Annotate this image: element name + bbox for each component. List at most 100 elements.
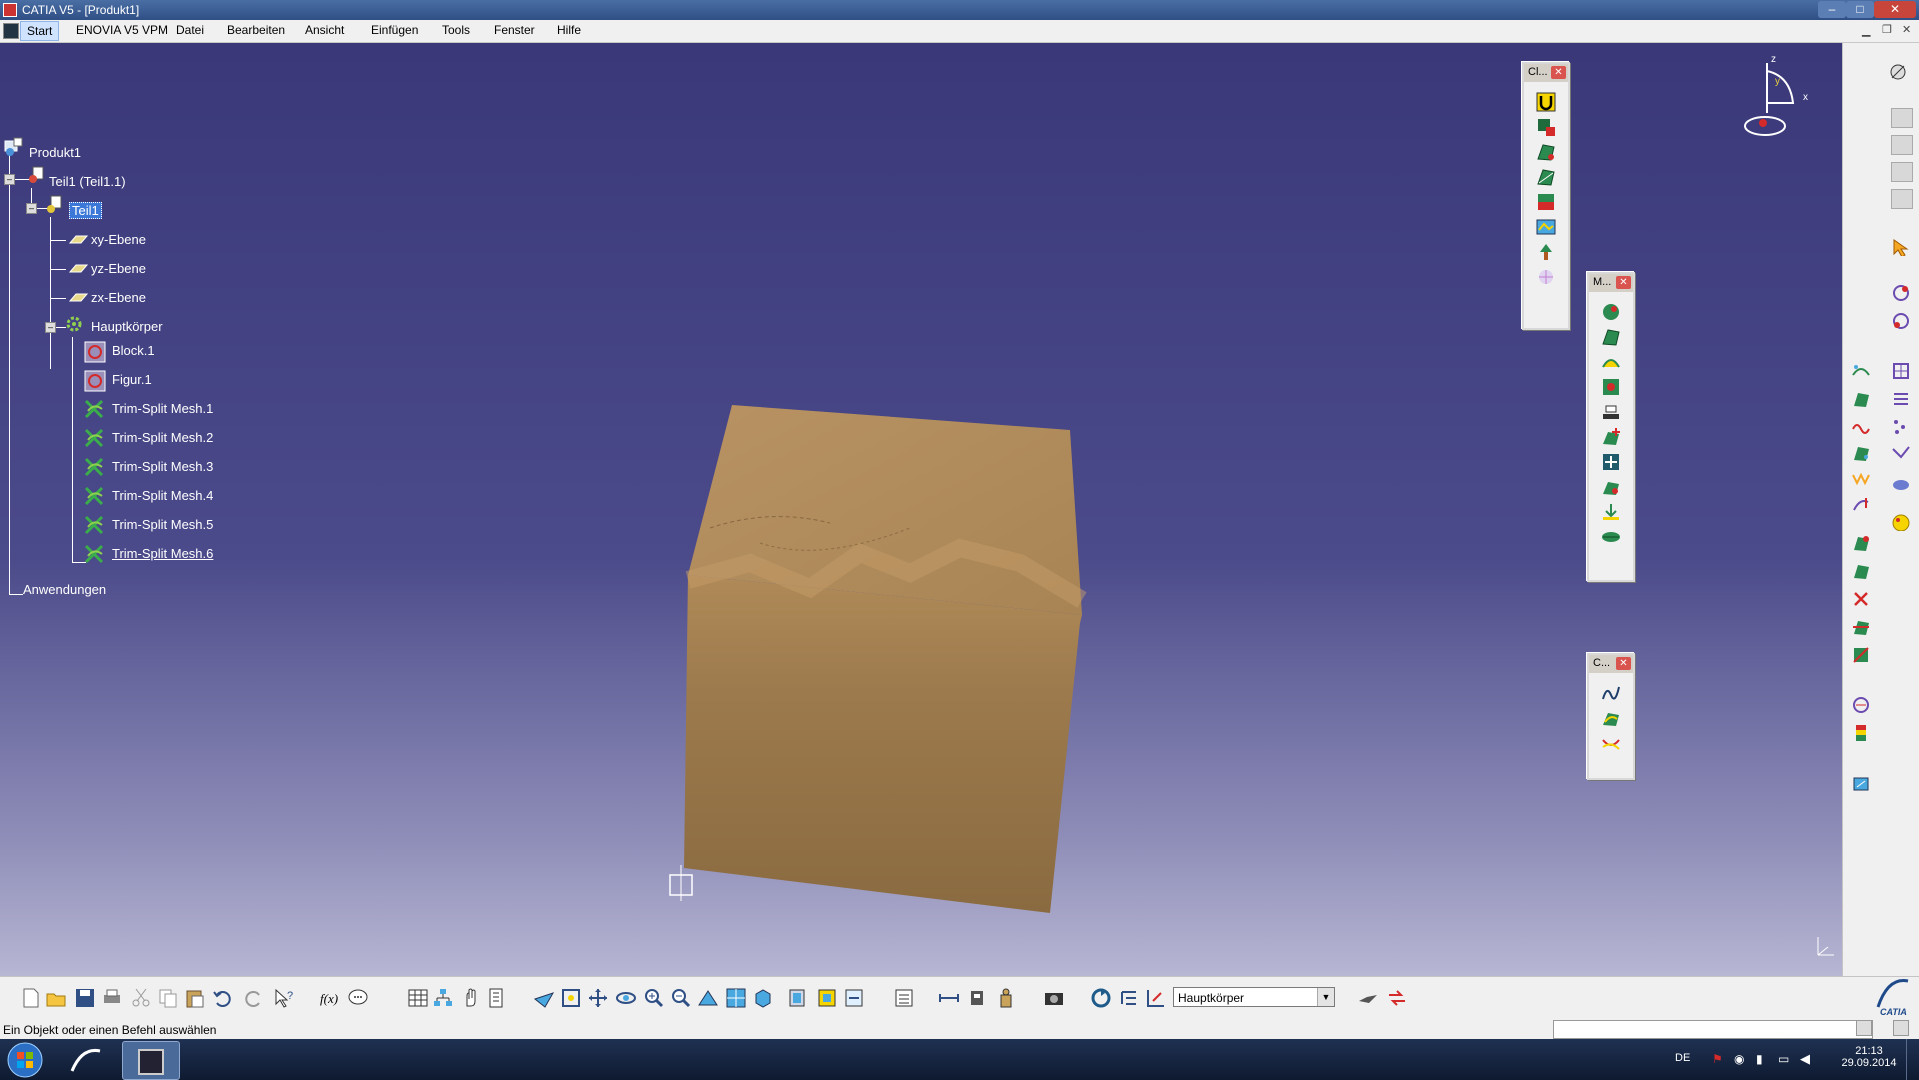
collapse-toggle-icon[interactable]: – xyxy=(45,322,56,333)
stack-tool-icon[interactable] xyxy=(1600,401,1622,423)
maximize-button[interactable]: □ xyxy=(1846,1,1874,18)
measure-between-icon[interactable] xyxy=(938,987,960,1009)
print-icon[interactable] xyxy=(101,987,123,1009)
command-history-icon[interactable] xyxy=(1856,1020,1872,1036)
toolbar-header[interactable]: C... ✕ xyxy=(1589,655,1633,673)
swap-space-icon[interactable] xyxy=(843,987,865,1009)
mesh-smooth-icon[interactable] xyxy=(1535,166,1557,188)
tree-node-part-selected[interactable]: Teil1 xyxy=(69,202,102,219)
copy-icon[interactable] xyxy=(157,987,179,1009)
section-curve-icon[interactable] xyxy=(1600,732,1622,754)
deform-icon[interactable] xyxy=(1600,476,1622,498)
menu-tools[interactable]: Tools xyxy=(442,23,470,37)
flag-icon[interactable]: ⚑ xyxy=(1712,1052,1723,1066)
freeform-icon[interactable] xyxy=(1851,495,1871,513)
hide-show-icon[interactable] xyxy=(816,987,838,1009)
tree-node-part-instance[interactable]: Teil1 (Teil1.1) xyxy=(49,174,126,189)
mesh-import-icon[interactable] xyxy=(1535,116,1557,138)
curve-on-mesh-icon[interactable] xyxy=(1600,707,1622,729)
sparkle-icon[interactable] xyxy=(1535,266,1557,288)
knowledge-icon[interactable] xyxy=(347,987,369,1009)
curve-network-icon[interactable] xyxy=(1891,443,1911,461)
part-instance-icon[interactable] xyxy=(27,166,45,184)
tree-node-body[interactable]: Hauptkörper xyxy=(91,319,163,334)
measure-icon[interactable] xyxy=(1851,773,1871,791)
tree-node-feature[interactable]: Trim-Split Mesh.2 xyxy=(84,426,264,455)
magnet-icon[interactable] xyxy=(1535,91,1557,113)
collapse-toggle-icon[interactable]: – xyxy=(26,203,37,214)
close-toolbar-icon[interactable]: ✕ xyxy=(1616,657,1631,670)
tree-node-plane-yz[interactable]: yz-Ebene xyxy=(91,261,146,276)
menu-start[interactable]: Start xyxy=(20,21,60,41)
3d-model-block[interactable] xyxy=(670,348,1090,918)
doc-minimize-icon[interactable]: ▁ xyxy=(1862,24,1870,37)
close-window-button[interactable]: ✕ xyxy=(1874,1,1916,18)
lens-icon[interactable] xyxy=(1600,526,1622,548)
toolbar-header[interactable]: M... ✕ xyxy=(1589,274,1633,292)
table-icon[interactable] xyxy=(407,987,429,1009)
tree-node-plane-zx[interactable]: zx-Ebene xyxy=(91,290,146,305)
paste-icon[interactable] xyxy=(184,987,206,1009)
floating-toolbar-m[interactable]: M... ✕ xyxy=(1587,272,1635,582)
select-arrow-icon[interactable] xyxy=(1891,238,1911,256)
menu-datei[interactable]: Datei xyxy=(176,23,204,37)
3d-viewport[interactable]: Produkt1 – Teil1 (Teil1.1) – Teil1 xy-Eb… xyxy=(0,43,1842,976)
grid-purple-icon[interactable] xyxy=(1891,389,1911,407)
toolbar-header[interactable]: Cl... ✕ xyxy=(1524,64,1568,82)
menu-fenster[interactable]: Fenster xyxy=(494,23,535,37)
chevron-down-icon[interactable]: ▼ xyxy=(1317,988,1334,1006)
product-icon[interactable] xyxy=(4,137,23,156)
clock[interactable]: 21:13 29.09.2014 xyxy=(1840,1045,1898,1069)
menu-bearbeiten[interactable]: Bearbeiten xyxy=(227,23,285,37)
scan-icon[interactable] xyxy=(1535,216,1557,238)
mesh-square-icon[interactable] xyxy=(1851,645,1871,663)
catia-app-icon[interactable] xyxy=(3,3,17,17)
display-icon[interactable]: ▭ xyxy=(1778,1052,1789,1066)
body-selector-dropdown[interactable]: Hauptkörper ▼ xyxy=(1173,987,1335,1007)
define-work-object-icon[interactable] xyxy=(1386,987,1408,1009)
normal-view-icon[interactable] xyxy=(697,987,719,1009)
pan-icon[interactable] xyxy=(587,987,609,1009)
whats-this-icon[interactable]: ? xyxy=(273,987,295,1009)
hierarchy-icon[interactable] xyxy=(432,987,454,1009)
tree-node-produkt1[interactable]: Produkt1 xyxy=(29,145,81,160)
tree-node-feature[interactable]: Trim-Split Mesh.1 xyxy=(84,397,264,426)
zigzag-icon[interactable] xyxy=(1851,469,1871,487)
new-document-icon[interactable] xyxy=(20,987,42,1009)
sketch-plane-icon[interactable] xyxy=(1891,311,1911,329)
tree-node-feature[interactable]: Trim-Split Mesh.5 xyxy=(84,513,264,542)
grey-tool-icon[interactable] xyxy=(1891,162,1913,182)
fit-all-icon[interactable] xyxy=(560,987,582,1009)
points-icon[interactable] xyxy=(1891,417,1911,435)
green-patch-icon[interactable] xyxy=(1851,443,1871,461)
compass-icon[interactable]: z y x xyxy=(1735,48,1815,143)
analysis-sphere-icon[interactable] xyxy=(1891,513,1911,531)
doc-close-icon[interactable]: ✕ xyxy=(1902,23,1911,36)
workbench-icon[interactable] xyxy=(1888,63,1908,81)
network-icon[interactable]: ◉ xyxy=(1734,1052,1744,1066)
shading-icon[interactable] xyxy=(786,987,808,1009)
point-cloud-icon[interactable] xyxy=(1851,361,1871,379)
tree-node-applications[interactable]: Anwendungen xyxy=(23,582,106,597)
color-map-icon[interactable] xyxy=(1851,723,1871,741)
collapse-toggle-icon[interactable]: – xyxy=(4,174,15,185)
active-catia-window-button[interactable] xyxy=(122,1041,180,1080)
menu-einfuegen[interactable]: Einfügen xyxy=(371,23,418,37)
fill-hole-icon[interactable] xyxy=(1600,376,1622,398)
tree-node-plane-xy[interactable]: xy-Ebene xyxy=(91,232,146,247)
curve-icon[interactable] xyxy=(1600,682,1622,704)
mesh-cleaner-icon[interactable] xyxy=(1535,141,1557,163)
wave-surface-icon[interactable] xyxy=(1600,351,1622,373)
project-down-icon[interactable] xyxy=(1600,501,1622,523)
search-icon[interactable] xyxy=(1893,1020,1909,1036)
undo-icon[interactable] xyxy=(212,987,234,1009)
camera-icon[interactable] xyxy=(1043,987,1065,1009)
grey-tool-icon[interactable] xyxy=(1891,189,1913,209)
redo-icon[interactable] xyxy=(242,987,264,1009)
zoom-in-icon[interactable] xyxy=(643,987,665,1009)
add-mesh-icon[interactable] xyxy=(1600,426,1622,448)
battery-icon[interactable]: ▮ xyxy=(1756,1052,1763,1066)
show-desktop-button[interactable] xyxy=(1906,1039,1919,1080)
iso-view-icon[interactable] xyxy=(752,987,774,1009)
tree-tool-icon[interactable] xyxy=(1535,241,1557,263)
